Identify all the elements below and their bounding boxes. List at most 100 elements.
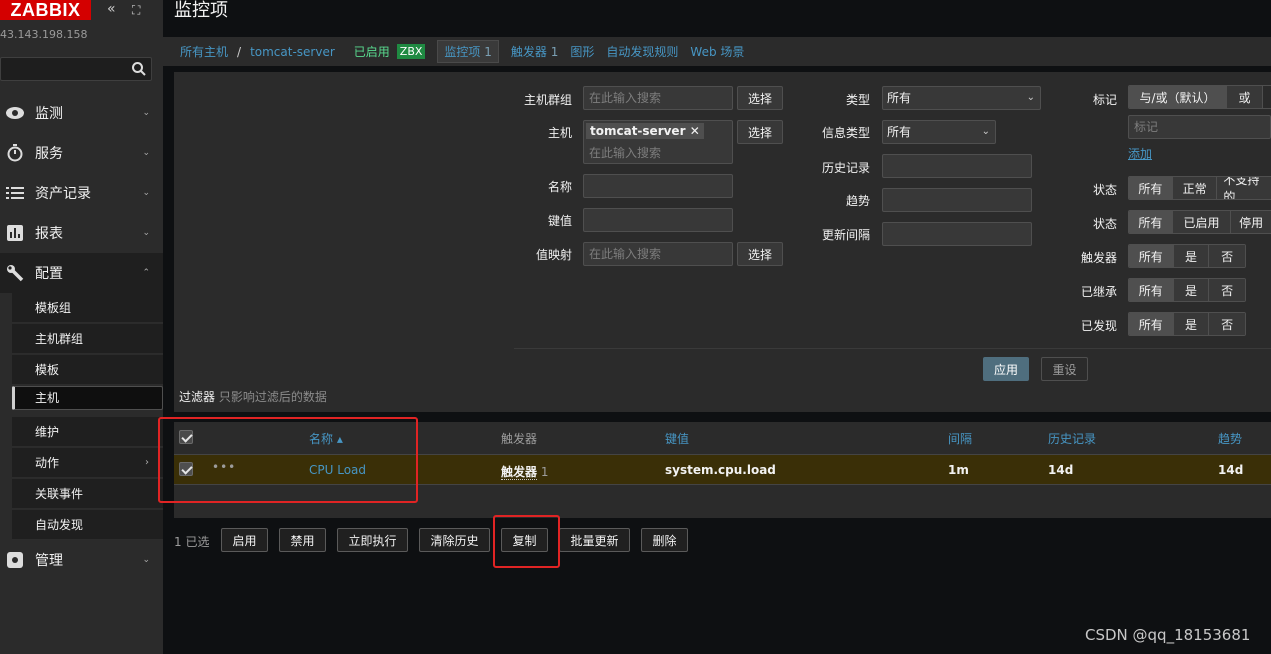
tags-and-or-option[interactable]: 与/或（默认）: [1129, 86, 1227, 108]
search-icon[interactable]: [131, 61, 147, 77]
status-option-enabled[interactable]: 已启用: [1172, 211, 1232, 233]
menu-label: 管理: [35, 553, 63, 569]
option-all[interactable]: 所有: [1129, 245, 1174, 267]
discovered-toggle[interactable]: 所有 是 否: [1128, 312, 1246, 336]
tab-web-scenarios[interactable]: Web 场景: [690, 43, 744, 60]
tab-label: 监控项: [444, 45, 481, 59]
item-triggers[interactable]: 触发器 1: [501, 463, 548, 480]
menu-label: 服务: [35, 146, 63, 162]
type-label: 类型: [846, 93, 871, 107]
type-select-value: 所有: [887, 91, 912, 105]
submenu-template-groups[interactable]: 模板组: [12, 293, 163, 323]
breadcrumb-all-hosts[interactable]: 所有主机: [180, 43, 228, 60]
menu-monitoring[interactable]: 监测 ⌄: [0, 93, 163, 133]
info-type-select-value: 所有: [887, 125, 912, 139]
state-option-all[interactable]: 所有: [1129, 177, 1173, 199]
type-select[interactable]: 所有 ⌄: [882, 86, 1041, 110]
update-interval-input[interactable]: [882, 222, 1032, 246]
execute-now-button[interactable]: 立即执行: [337, 528, 408, 552]
tags-evaltype-toggle[interactable]: 与/或（默认） 或: [1128, 85, 1271, 109]
submenu-templates[interactable]: 模板: [12, 355, 163, 385]
host-search-placeholder: 在此输入搜索: [589, 146, 662, 160]
breadcrumb-separator: /: [237, 44, 242, 59]
tab-discovery-rules[interactable]: 自动发现规则: [606, 43, 678, 60]
tab-items[interactable]: 监控项 1: [437, 40, 499, 63]
menu-configuration[interactable]: 配置 ⌃: [0, 253, 163, 293]
column-header-trends[interactable]: 趋势: [1218, 430, 1242, 447]
submenu-discovery[interactable]: 自动发现: [12, 510, 163, 540]
state-option-unsupported[interactable]: 不支持的: [1217, 177, 1271, 199]
remove-tag-icon[interactable]: ✕: [690, 124, 700, 138]
option-all[interactable]: 所有: [1129, 279, 1174, 301]
filter-tab[interactable]: 过滤器 只影响过滤后的数据: [179, 388, 327, 405]
host-select-button[interactable]: 选择: [737, 120, 783, 144]
item-trends: 14d: [1218, 463, 1244, 477]
host-group-select-button[interactable]: 选择: [737, 86, 783, 110]
value-mapping-input[interactable]: 在此输入搜索: [583, 242, 733, 266]
inherited-label: 已继承: [1081, 285, 1118, 299]
disable-button[interactable]: 禁用: [279, 528, 326, 552]
status-option-all[interactable]: 所有: [1129, 211, 1173, 233]
inherited-toggle[interactable]: 所有 是 否: [1128, 278, 1246, 302]
state-toggle[interactable]: 所有 正常 不支持的: [1128, 176, 1271, 200]
option-no[interactable]: 否: [1209, 279, 1245, 301]
kiosk-mode-icon[interactable]: ⛶: [132, 3, 140, 18]
menu-reports[interactable]: 报表 ⌄: [0, 213, 163, 253]
menu-inventory[interactable]: 资产记录 ⌄: [0, 173, 163, 213]
filter-divider: [514, 348, 1271, 349]
collapse-sidebar-icon[interactable]: «: [107, 1, 116, 17]
submenu-event-correlation[interactable]: 关联事件: [12, 479, 163, 509]
enable-button[interactable]: 启用: [221, 528, 268, 552]
history-input[interactable]: [882, 154, 1032, 178]
submenu-maintenance[interactable]: 维护: [12, 417, 163, 447]
value-mapping-select-button[interactable]: 选择: [737, 242, 783, 266]
name-input[interactable]: [583, 174, 733, 198]
zabbix-logo[interactable]: ZABBIX: [0, 0, 91, 20]
column-header-key[interactable]: 键值: [665, 430, 689, 447]
wrench-icon: [2, 264, 28, 282]
clear-history-button[interactable]: 清除历史: [419, 528, 490, 552]
tag-name-input[interactable]: 标记: [1128, 115, 1271, 139]
key-input[interactable]: [583, 208, 733, 232]
filter-panel: 主机群组 在此输入搜索 选择 主机 tomcat-server ✕ 在此输入搜索…: [174, 72, 1271, 412]
breadcrumb-host[interactable]: tomcat-server: [250, 45, 335, 59]
apply-button[interactable]: 应用: [983, 357, 1029, 381]
option-yes[interactable]: 是: [1173, 245, 1210, 267]
sidebar-search-input[interactable]: [0, 57, 152, 81]
status-toggle[interactable]: 所有 已启用 停用: [1128, 210, 1271, 234]
eye-icon: [2, 106, 28, 120]
submenu-actions[interactable]: 动作 ›: [12, 448, 163, 478]
host-group-input[interactable]: 在此输入搜索: [583, 86, 733, 110]
chevron-down-icon: ⌄: [142, 108, 150, 118]
trends-input[interactable]: [882, 188, 1032, 212]
column-header-interval[interactable]: 间隔: [948, 430, 972, 447]
menu-services[interactable]: 服务 ⌄: [0, 133, 163, 173]
column-header-history[interactable]: 历史记录: [1048, 430, 1096, 447]
tab-triggers[interactable]: 触发器 1: [511, 43, 558, 60]
submenu-host-groups[interactable]: 主机群组: [12, 324, 163, 354]
info-type-select[interactable]: 所有 ⌄: [882, 120, 996, 144]
triggers-filter-toggle[interactable]: 所有 是 否: [1128, 244, 1246, 268]
add-tag-link[interactable]: 添加: [1128, 145, 1152, 162]
tags-or-option[interactable]: 或: [1227, 86, 1263, 108]
reset-button[interactable]: 重设: [1041, 357, 1088, 381]
option-yes[interactable]: 是: [1173, 313, 1210, 335]
host-status-enabled[interactable]: 已启用: [354, 43, 390, 60]
server-ip: 43.143.198.158: [0, 28, 88, 41]
state-option-normal[interactable]: 正常: [1172, 177, 1218, 199]
option-all[interactable]: 所有: [1129, 313, 1174, 335]
option-no[interactable]: 否: [1209, 313, 1245, 335]
status-option-disabled[interactable]: 停用: [1231, 211, 1271, 233]
chevron-down-icon: ⌄: [981, 126, 990, 137]
chevron-up-icon: ⌃: [142, 268, 150, 278]
option-no[interactable]: 否: [1209, 245, 1245, 267]
submenu-hosts[interactable]: 主机: [12, 386, 163, 410]
menu-administration[interactable]: 管理 ⌄: [0, 540, 163, 580]
breadcrumb: 所有主机 / tomcat-server 已启用 ZBX 监控项 1 触发器 1…: [163, 37, 1271, 66]
item-triggers-link[interactable]: 触发器: [501, 465, 538, 480]
item-interval: 1m: [948, 463, 969, 477]
option-yes[interactable]: 是: [1173, 279, 1210, 301]
tab-graphs[interactable]: 图形: [570, 43, 594, 60]
delete-button[interactable]: 删除: [641, 528, 688, 552]
mass-update-button[interactable]: 批量更新: [559, 528, 630, 552]
